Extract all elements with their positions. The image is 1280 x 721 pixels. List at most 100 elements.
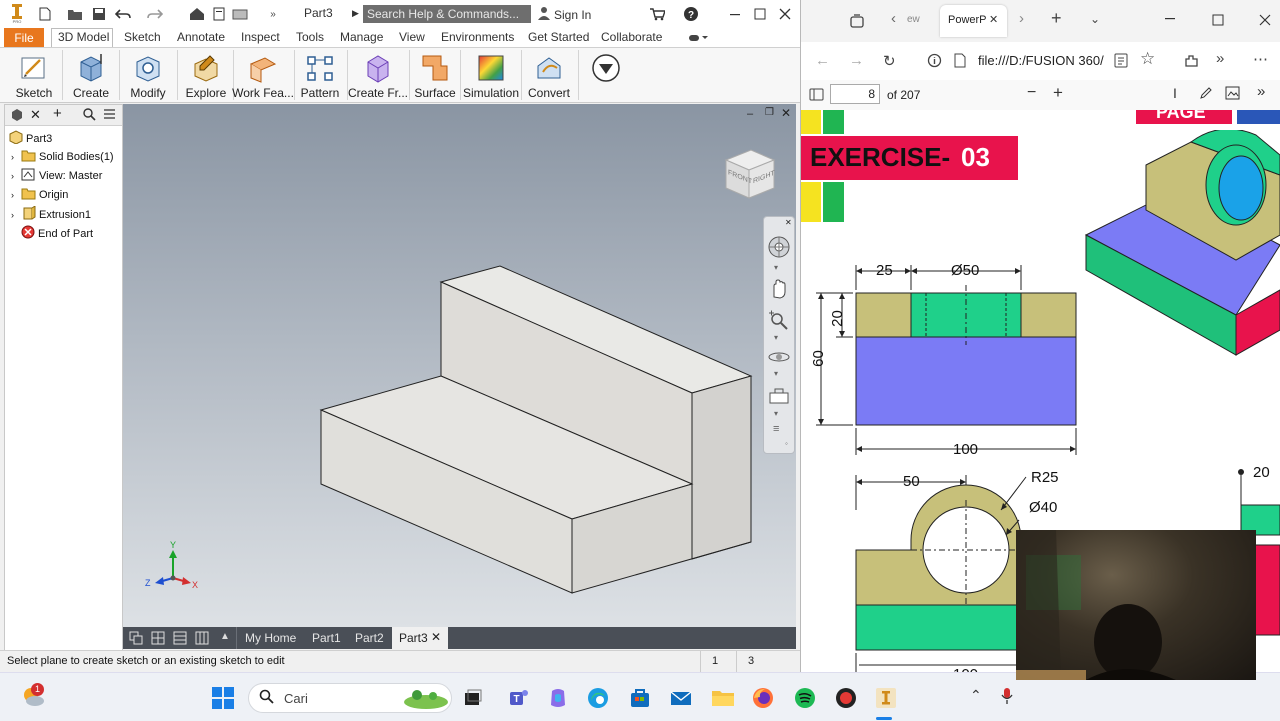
sketch-button[interactable]: Sketch bbox=[10, 48, 58, 102]
create-button[interactable]: Create bbox=[68, 48, 114, 102]
dropdown-arrow-icon[interactable]: ▾ bbox=[774, 333, 778, 342]
tab-view[interactable]: View bbox=[399, 30, 425, 44]
copilot-icon[interactable] bbox=[545, 685, 571, 711]
save-icon[interactable] bbox=[90, 5, 108, 23]
navbar-close-icon[interactable]: ✕ bbox=[785, 218, 792, 227]
tile-icon[interactable] bbox=[129, 631, 143, 648]
zoom-icon[interactable] bbox=[767, 309, 791, 336]
model-cube-icon[interactable] bbox=[10, 108, 24, 125]
settings-more-icon[interactable]: ⋯ bbox=[1253, 50, 1268, 68]
tab-3d-model[interactable]: 3D Model bbox=[58, 30, 109, 44]
convert-button[interactable]: Convert bbox=[523, 48, 575, 102]
edge-icon[interactable] bbox=[585, 685, 611, 711]
minimize-icon[interactable] bbox=[1164, 12, 1176, 27]
modify-button[interactable]: Modify bbox=[124, 48, 172, 102]
surface-button[interactable]: Surface bbox=[412, 48, 458, 102]
expand-chevron-icon[interactable]: › bbox=[11, 152, 21, 162]
dropdown-arrow-icon[interactable]: ▾ bbox=[774, 369, 778, 378]
viewport-minimize-icon[interactable]: – bbox=[747, 108, 753, 120]
horizontal-split-icon[interactable] bbox=[173, 631, 187, 648]
search-box[interactable]: Search Help & Commands... bbox=[363, 5, 531, 23]
pattern-button[interactable]: Pattern bbox=[296, 48, 344, 102]
pan-icon[interactable] bbox=[767, 277, 791, 304]
dropdown-arrow-icon[interactable]: ▾ bbox=[774, 263, 778, 272]
tray-overflow-icon[interactable]: ⌃ bbox=[970, 687, 982, 704]
close-browser-icon[interactable]: ✕ bbox=[30, 107, 41, 123]
tab-scroll-right-icon[interactable]: › bbox=[1019, 10, 1024, 27]
tab-prev-title[interactable]: ew bbox=[907, 14, 920, 25]
graphics-viewport[interactable]: – ❐ ✕ FRONT RIGHT ✕ ▾ ▾ ▾ ▾ ≡ ◦ Y X Z bbox=[123, 104, 796, 627]
expand-chevron-icon[interactable]: › bbox=[11, 171, 21, 181]
simulation-button[interactable]: Simulation bbox=[462, 48, 520, 102]
file-explorer-icon[interactable] bbox=[710, 685, 736, 711]
tab-collaborate[interactable]: Collaborate bbox=[601, 30, 662, 44]
address-bar[interactable]: file:///D:/FUSION 360/ bbox=[978, 53, 1104, 68]
tab-sketch[interactable]: Sketch bbox=[124, 30, 161, 44]
spotify-icon[interactable] bbox=[792, 685, 818, 711]
customize-icon[interactable]: ≡ bbox=[773, 423, 779, 435]
inventor-taskbar-icon[interactable] bbox=[873, 685, 899, 711]
viewcube[interactable]: FRONT RIGHT bbox=[721, 146, 779, 204]
info-icon[interactable] bbox=[927, 53, 942, 71]
active-tab[interactable]: PowerP ✕ bbox=[940, 5, 1007, 37]
menu-icon[interactable] bbox=[103, 108, 116, 123]
teams-icon[interactable]: T bbox=[505, 685, 531, 711]
open-folder-icon[interactable] bbox=[66, 5, 84, 23]
sign-in-button[interactable]: Sign In bbox=[537, 6, 591, 23]
tree-item-end-of-part[interactable]: End of Part bbox=[11, 225, 93, 242]
tab-tools[interactable]: Tools bbox=[296, 30, 324, 44]
tab-list-chevron-icon[interactable]: ⌄ bbox=[1090, 12, 1100, 26]
microphone-icon[interactable] bbox=[1000, 687, 1014, 708]
work-features-button[interactable]: Work Fea... bbox=[232, 48, 294, 102]
home-icon[interactable] bbox=[188, 5, 206, 23]
tab-file[interactable]: File bbox=[4, 28, 44, 47]
reader-view-icon[interactable] bbox=[1114, 53, 1128, 71]
close-tab-icon[interactable]: ✕ bbox=[989, 13, 998, 26]
tree-item-view-master[interactable]: › View: Master bbox=[11, 168, 102, 184]
image-icon[interactable] bbox=[1225, 86, 1240, 103]
expand-chevron-icon[interactable]: › bbox=[11, 190, 21, 200]
task-view-icon[interactable] bbox=[460, 685, 486, 711]
new-tab-icon[interactable]: + bbox=[1051, 8, 1062, 29]
tree-item-extrusion1[interactable]: › Extrusion1 bbox=[11, 205, 91, 223]
search-icon[interactable] bbox=[83, 108, 96, 124]
tab-annotate[interactable]: Annotate bbox=[177, 30, 225, 44]
new-file-icon[interactable] bbox=[36, 5, 54, 23]
viewport-restore-icon[interactable]: ❐ bbox=[765, 107, 774, 118]
add-browser-icon[interactable]: + bbox=[53, 105, 62, 122]
tab-get-started[interactable]: Get Started bbox=[528, 30, 589, 44]
back-icon[interactable]: ← bbox=[815, 52, 830, 69]
favorite-star-icon[interactable]: ☆ bbox=[1140, 49, 1155, 69]
grid-icon[interactable] bbox=[151, 631, 165, 648]
mail-icon[interactable] bbox=[668, 685, 694, 711]
close-tab-icon[interactable]: ✕ bbox=[431, 630, 441, 644]
more-tools-icon[interactable]: » bbox=[1216, 50, 1224, 67]
more-chevron-icon[interactable]: » bbox=[264, 5, 282, 23]
tab-inspect[interactable]: Inspect bbox=[241, 30, 280, 44]
help-icon[interactable]: ? bbox=[682, 5, 700, 23]
close-window-icon[interactable] bbox=[1259, 14, 1271, 29]
tab-part1[interactable]: Part1 bbox=[312, 631, 341, 645]
dropdown-arrow-icon[interactable]: ▾ bbox=[774, 409, 778, 418]
workspaces-icon[interactable] bbox=[849, 13, 865, 32]
print-icon[interactable] bbox=[210, 5, 228, 23]
tab-part3[interactable]: Part3 bbox=[399, 631, 428, 645]
tab-environments[interactable]: Environments bbox=[441, 30, 514, 44]
redo-icon[interactable] bbox=[146, 5, 164, 23]
material-icon[interactable] bbox=[232, 5, 250, 23]
minimize-icon[interactable] bbox=[726, 5, 744, 23]
tab-part2[interactable]: Part2 bbox=[355, 631, 384, 645]
store-icon[interactable] bbox=[627, 685, 653, 711]
refresh-icon[interactable]: ↻ bbox=[883, 52, 896, 70]
explore-button[interactable]: Explore bbox=[182, 48, 230, 102]
look-at-icon[interactable] bbox=[767, 385, 791, 412]
undo-icon[interactable] bbox=[114, 5, 132, 23]
zoom-in-icon[interactable]: + bbox=[1053, 83, 1063, 103]
expand-chevron-icon[interactable]: › bbox=[11, 210, 21, 220]
inventor-logo-icon[interactable]: PRO bbox=[8, 4, 26, 23]
page-number-input[interactable]: 8 bbox=[830, 84, 880, 104]
more-pdf-tools-icon[interactable]: » bbox=[1257, 83, 1265, 100]
vertical-split-icon[interactable] bbox=[195, 631, 209, 648]
sidebar-toggle-icon[interactable] bbox=[809, 88, 824, 104]
start-icon[interactable] bbox=[210, 685, 236, 711]
